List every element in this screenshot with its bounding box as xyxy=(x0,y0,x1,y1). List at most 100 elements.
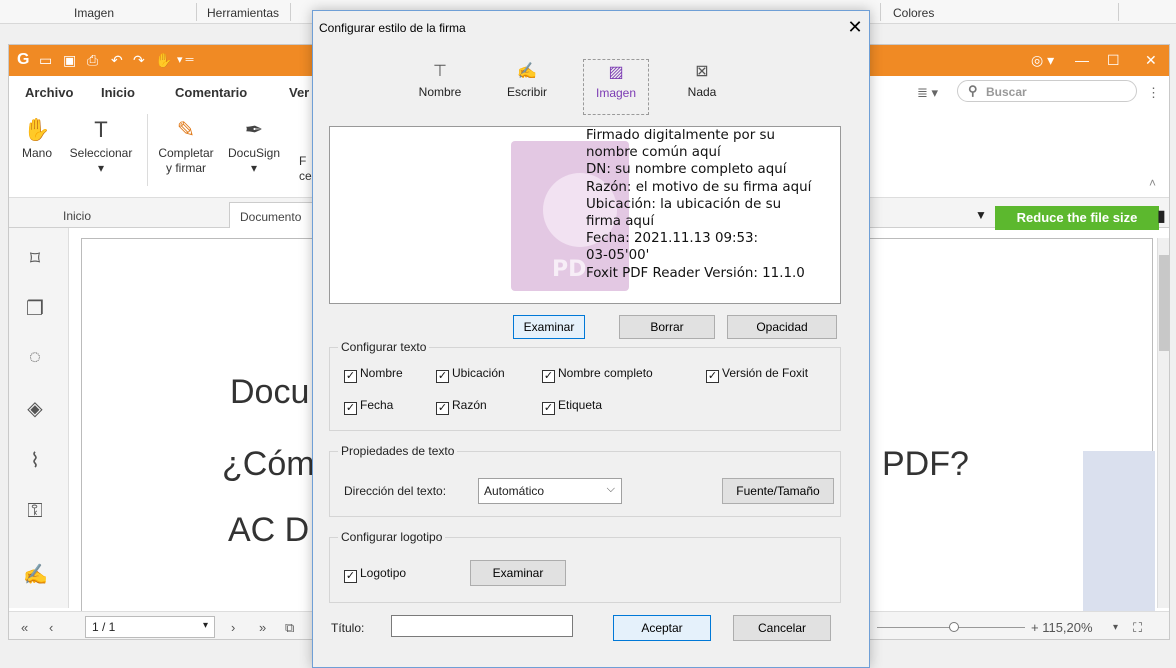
minimize-icon[interactable]: — xyxy=(1075,51,1089,69)
security-lock-icon[interactable]: ⚿ xyxy=(23,500,47,523)
signature-panel-icon[interactable]: ✍ xyxy=(23,562,48,587)
checkbox-razon[interactable]: ✓ Razón xyxy=(436,398,487,415)
maximize-icon[interactable]: ☐ xyxy=(1107,51,1120,69)
type-escribir-label: Escribir xyxy=(506,85,547,99)
account-icon[interactable]: ◎ ▾ xyxy=(1031,51,1054,69)
pages-icon[interactable]: ❐ xyxy=(23,296,47,321)
signature-preview-text: Firmado digitalmente por su nombre común… xyxy=(586,127,840,282)
type-nada-button[interactable]: ⊠ Nada xyxy=(669,59,735,115)
close-window-icon[interactable]: ✕ xyxy=(1145,51,1157,69)
page-number-field[interactable]: 1 / 1 ▾ xyxy=(85,616,215,638)
fullscreen-icon[interactable]: ⛶ xyxy=(1133,620,1142,636)
scrollbar-thumb[interactable] xyxy=(1159,255,1169,351)
print-icon[interactable]: ⎙ xyxy=(87,51,98,69)
save-icon[interactable]: ▣ xyxy=(63,51,76,69)
open-folder-icon[interactable]: ▭ xyxy=(39,51,52,69)
preview-line: Razón: el motivo de su firma aquí xyxy=(586,179,812,195)
text-properties-group: Propiedades de texto Dirección del texto… xyxy=(329,444,841,517)
checkbox-check-icon: ✓ xyxy=(436,370,449,383)
accept-button[interactable]: Aceptar xyxy=(613,615,711,641)
checkbox-version-foxit[interactable]: ✓ Versión de Foxit xyxy=(706,366,808,383)
docusign-icon: ✒ xyxy=(244,117,264,142)
dialog-close-icon[interactable]: ✕ xyxy=(843,15,867,39)
clear-button[interactable]: Borrar xyxy=(619,315,715,339)
bg-tab-colores[interactable]: Colores xyxy=(893,6,934,20)
bg-tab-imagen[interactable]: Imagen xyxy=(74,6,114,20)
reduce-file-size-banner[interactable]: Reduce the file size xyxy=(995,206,1159,230)
menu-inicio[interactable]: Inicio xyxy=(101,85,135,100)
checkbox-nombre-completo[interactable]: ✓ Nombre completo xyxy=(542,366,653,383)
page-view-icon[interactable]: ⧉ xyxy=(285,620,294,636)
zoom-dropdown-icon[interactable]: ▾ xyxy=(1113,622,1118,633)
font-size-button[interactable]: Fuente/Tamaño xyxy=(722,478,834,504)
menu-archivo[interactable]: Archivo xyxy=(25,85,73,100)
select-tool-button[interactable]: T Seleccionar ▾ xyxy=(61,114,141,176)
divider xyxy=(196,3,197,21)
zoom-slider-knob[interactable] xyxy=(949,622,959,632)
layers-icon[interactable]: ◈ xyxy=(23,396,47,421)
tab-inicio[interactable]: Inicio xyxy=(53,202,101,228)
checkbox-check-icon: ✓ xyxy=(436,402,449,415)
menu-ver[interactable]: Ver xyxy=(289,85,309,100)
cancel-button[interactable]: Cancelar xyxy=(733,615,831,641)
signature-preview: PD Firmado digitalmente por su nombre co… xyxy=(329,126,841,304)
checkbox-logotipo-label: Logotipo xyxy=(360,566,407,580)
search-options-icon[interactable]: ≣ ▾ xyxy=(917,85,938,101)
first-page-icon[interactable]: « xyxy=(21,620,28,635)
configure-logo-label: Configurar logotipo xyxy=(338,530,446,544)
checkbox-version-foxit-label: Versión de Foxit xyxy=(722,366,809,380)
last-page-icon[interactable]: » xyxy=(259,620,266,635)
docusign-button[interactable]: ✒ DocuSign ▾ xyxy=(223,114,285,176)
checkbox-nombre-completo-label: Nombre completo xyxy=(558,366,653,380)
fill-sign-icon: ✎ xyxy=(176,117,196,142)
opacity-button[interactable]: Opacidad xyxy=(727,315,837,339)
checkbox-nombre[interactable]: ✓ Nombre xyxy=(344,366,403,383)
chevron-down-icon: ▾ xyxy=(202,620,208,631)
tabs-dropdown-icon[interactable]: ▼ xyxy=(975,208,987,222)
bg-tab-herramientas[interactable]: Herramientas xyxy=(207,6,279,20)
type-nombre-button[interactable]: ⊤ Nombre xyxy=(407,59,473,115)
browse-image-button[interactable]: Examinar xyxy=(513,315,585,339)
logo-browse-button[interactable]: Examinar xyxy=(470,560,566,586)
preview-line: DN: su nombre completo aquí xyxy=(586,162,787,178)
collapse-ribbon-icon[interactable]: ˄ xyxy=(1149,176,1156,190)
menu-comentario[interactable]: Comentario xyxy=(175,85,247,100)
bookmark-icon[interactable]: ⌑ xyxy=(23,246,47,271)
checkbox-check-icon: ✓ xyxy=(706,370,719,383)
type-nada-label: Nada xyxy=(687,85,717,99)
hand-tool-button[interactable]: ✋ Mano xyxy=(17,114,57,161)
tab-documento[interactable]: Documento xyxy=(229,202,319,228)
page-text-line-3: AC D xyxy=(228,511,310,549)
next-page-icon[interactable]: › xyxy=(231,620,235,635)
dialog-title: Configurar estilo de la firma xyxy=(319,21,466,35)
checkbox-check-icon: ✓ xyxy=(344,570,357,583)
title-input[interactable] xyxy=(391,615,573,637)
zoom-level[interactable]: + 115,20% xyxy=(1031,620,1093,635)
comments-icon[interactable]: ◌ xyxy=(23,346,47,369)
checkbox-etiqueta[interactable]: ✓ Etiqueta xyxy=(542,398,602,415)
checkbox-fecha-label: Fecha xyxy=(360,398,394,412)
type-imagen-button[interactable]: ▨ Imagen xyxy=(583,59,649,115)
hand-tool-label: Mano xyxy=(21,146,53,160)
preview-line: Fecha: 2021.11.13 09:53: xyxy=(586,231,759,247)
checkbox-ubicacion[interactable]: ✓ Ubicación xyxy=(436,366,505,383)
type-nombre-label: Nombre xyxy=(418,85,462,99)
preview-line: Foxit PDF Reader Versión: 11.1.0 xyxy=(586,265,805,281)
configure-text-label: Configurar texto xyxy=(338,340,430,354)
more-options-icon[interactable]: ⋮ xyxy=(1147,85,1160,101)
undo-icon[interactable]: ↶ xyxy=(111,51,123,69)
checkbox-logotipo[interactable]: ✓ Logotipo xyxy=(344,566,406,583)
prev-page-icon[interactable]: ‹ xyxy=(49,620,53,635)
search-box[interactable]: ⚲ Buscar xyxy=(957,80,1137,102)
hand-quick-icon[interactable]: ✋ xyxy=(155,51,172,69)
checkbox-check-icon: ✓ xyxy=(542,402,555,415)
select-tool-label: Seleccionar xyxy=(69,146,133,160)
redo-icon[interactable]: ↷ xyxy=(133,51,145,69)
customize-quick-access-icon[interactable]: ▾ ═ xyxy=(177,51,193,69)
text-direction-select[interactable]: Automático ⌵ xyxy=(478,478,622,504)
attachments-icon[interactable]: ⌇ xyxy=(23,448,47,473)
fill-sign-button[interactable]: ✎ Completar y firmar xyxy=(153,114,219,176)
type-escribir-button[interactable]: ✍ Escribir xyxy=(494,59,560,115)
partial-tool-label-2: ce xyxy=(299,169,312,183)
checkbox-fecha[interactable]: ✓ Fecha xyxy=(344,398,393,415)
